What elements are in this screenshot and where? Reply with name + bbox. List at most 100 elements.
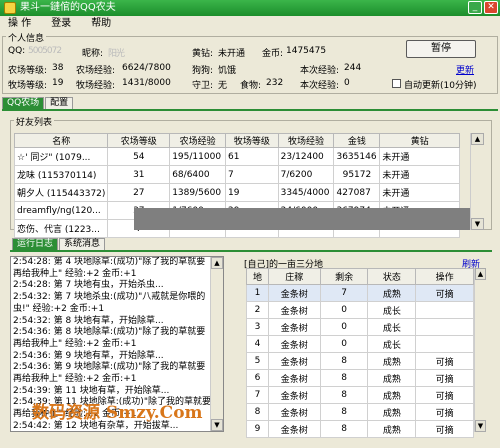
ranch-level-value: 19 — [52, 78, 64, 88]
pause-button[interactable]: 暂停 — [406, 40, 476, 58]
food-value: 232 — [266, 78, 284, 88]
close-button[interactable]: ✕ — [484, 1, 498, 14]
log-line: 2:54:36: 第 9 块地除草:(成功)"除了我的草就要 — [13, 362, 206, 373]
scroll-up-arrow-icon[interactable]: ▲ — [471, 133, 484, 145]
friend-name: 龙味 (115370114) — [13, 165, 109, 184]
auto-update-checkbox[interactable] — [392, 79, 401, 88]
ranch-exp-value: 1431/8000 — [122, 78, 171, 88]
friend-name: dreamfly/ng(120... — [13, 201, 109, 220]
plot-number: 9 — [246, 420, 269, 438]
log-line: 2:54:39: 第 11 块地有草，开始除草... — [13, 385, 170, 396]
table-row[interactable]: 3 金条树 0 成长 — [246, 318, 474, 336]
scroll-down-arrow-icon[interactable]: ▼ — [471, 218, 484, 230]
table-row[interactable]: 5 金条树 8 成熟 可摘 — [246, 352, 474, 370]
table-row[interactable]: ☆' 同ジ" (1079... 54 195/11000 61 23/12400… — [13, 147, 460, 166]
log-line: 2:54:28: 第 4 块地除草:(成功)"除了我的草就要 — [13, 257, 206, 267]
qq-value: 5005072 — [28, 46, 62, 56]
qq-label: QQ: — [8, 46, 26, 56]
farm-header-row: 地 庄稼 剩余 状态 操作 — [246, 268, 474, 285]
plot-status: 成熟 — [367, 403, 417, 421]
plot-number: 8 — [246, 403, 269, 421]
table-row[interactable]: 2 金条树 0 成长 — [246, 301, 474, 319]
column-header[interactable]: 农场等级 — [107, 133, 171, 148]
minimize-button[interactable]: _ — [468, 1, 482, 14]
column-header[interactable]: 牧场经验 — [277, 133, 335, 148]
menu-operate[interactable]: 操 作 — [8, 16, 31, 32]
plot-status: 成熟 — [367, 420, 417, 438]
table-row[interactable]: 6 金条树 8 成熟 可摘 — [246, 369, 474, 387]
auto-update-label: 自动更新(10分钟) — [404, 81, 477, 91]
dog-value: 饥饿 — [218, 66, 237, 76]
plot-remaining: 0 — [319, 335, 369, 353]
log-scrollbar[interactable]: ▲ ▼ — [210, 257, 223, 431]
update-link[interactable]: 更新 — [456, 63, 474, 76]
plot-action: 可摘 — [415, 386, 474, 404]
column-header[interactable]: 名称 — [13, 133, 109, 148]
plot-status: 成熟 — [367, 369, 417, 387]
menu-help[interactable]: 帮助 — [91, 16, 111, 32]
window-controls: _ ✕ — [468, 1, 498, 14]
yellow-diamond-value: 未开通 — [218, 49, 246, 59]
table-row[interactable]: 7 金条树 8 成熟 可摘 — [246, 386, 474, 404]
table-row[interactable]: 9 金条树 8 成熟 可摘 — [246, 420, 474, 438]
column-header[interactable]: 金钱 — [333, 133, 381, 148]
plot-action: 可摘 — [415, 420, 474, 438]
column-header[interactable]: 黄钻 — [379, 133, 460, 148]
plot-status: 成熟 — [367, 386, 417, 404]
farm-level-value: 38 — [52, 63, 64, 73]
ranch-exp-label: 牧场经验: — [76, 81, 116, 91]
table-row[interactable]: 1 金条树 7 成熟 可摘 — [246, 284, 474, 302]
tab-qq-farm[interactable]: QQ农场 — [2, 97, 45, 109]
table-empty-area — [134, 208, 470, 230]
column-header[interactable]: 农场经验 — [169, 133, 227, 148]
friends-title: 好友列表 — [14, 115, 55, 128]
friend-farm-level: 31 — [107, 165, 171, 184]
plot-remaining: 0 — [319, 318, 369, 336]
food-label: 食物: — [240, 81, 262, 91]
table-row[interactable]: 朝夕人 (115443372) 27 1389/5600 19 3345/400… — [13, 183, 460, 202]
tab-config[interactable]: 配置 — [45, 97, 74, 109]
title-bar: 果斗一鏈倌的QQ农夫 _ ✕ — [0, 0, 500, 16]
friends-scrollbar[interactable]: ▲ ▼ — [470, 133, 484, 230]
plot-status: 成熟 — [367, 352, 417, 370]
column-header[interactable]: 操作 — [415, 268, 474, 285]
column-header[interactable]: 状态 — [367, 268, 417, 285]
log-line: 2:54:36: 第 9 块地有草，开始除草... — [13, 350, 164, 361]
menu-login[interactable]: 登录 — [51, 16, 71, 32]
friend-yellow: 未开通 — [379, 183, 460, 202]
scroll-up-arrow-icon[interactable]: ▲ — [475, 268, 486, 280]
tab-system-messages[interactable]: 系统消息 — [59, 238, 106, 250]
friend-ranch-level: 19 — [225, 183, 279, 202]
plot-status: 成长 — [367, 301, 417, 319]
scroll-up-arrow-icon[interactable]: ▲ — [211, 257, 223, 269]
friend-ranch-exp: 23/12400 — [277, 147, 335, 166]
plot-action: 可摘 — [415, 284, 474, 302]
yellow-diamond-label: 黄钻: — [192, 49, 214, 59]
column-header[interactable]: 剩余 — [319, 268, 369, 285]
guard-value: 无 — [218, 81, 228, 91]
plot-crop: 金条树 — [267, 335, 321, 353]
friend-yellow: 未开通 — [379, 147, 460, 166]
column-header[interactable]: 庄稼 — [267, 268, 321, 285]
column-header[interactable]: 地 — [246, 268, 269, 285]
plot-status: 成长 — [367, 318, 417, 336]
scroll-down-arrow-icon[interactable]: ▼ — [211, 419, 223, 431]
farm-exp-label: 农场经验: — [76, 66, 116, 76]
app-icon — [4, 2, 16, 14]
table-row[interactable]: 4 金条树 0 成长 — [246, 335, 474, 353]
tab-run-log[interactable]: 运行日志 — [12, 238, 59, 250]
plot-crop: 金条树 — [267, 301, 321, 319]
plot-number: 4 — [246, 335, 269, 353]
farm-scrollbar[interactable]: ▲ ▼ — [474, 268, 486, 432]
table-row[interactable]: 龙味 (115370114) 31 68/6400 7 7/6200 95172… — [13, 165, 460, 184]
plot-remaining: 8 — [319, 403, 369, 421]
friend-ranch-level: 7 — [225, 165, 279, 184]
table-row[interactable]: 8 金条树 8 成熟 可摘 — [246, 403, 474, 421]
friend-name: ☆' 同ジ" (1079... — [13, 147, 109, 166]
exp-this-time-value: 244 — [344, 63, 362, 73]
gold-value: 1475475 — [286, 46, 327, 56]
plot-number: 7 — [246, 386, 269, 404]
column-header[interactable]: 牧场等级 — [225, 133, 279, 148]
friend-farm-exp: 1389/5600 — [169, 183, 227, 202]
scroll-down-arrow-icon[interactable]: ▼ — [475, 420, 486, 432]
